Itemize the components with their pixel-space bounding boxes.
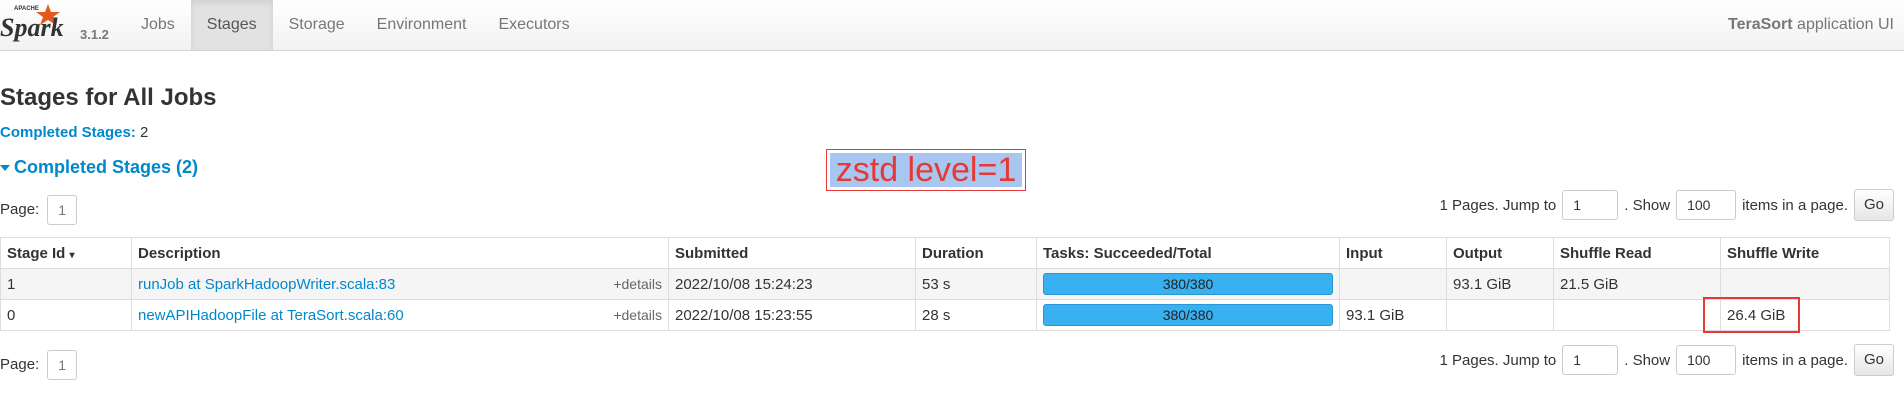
col-duration[interactable]: Duration xyxy=(915,237,1037,269)
col-shuffle-write[interactable]: Shuffle Write xyxy=(1720,237,1890,269)
page-nav-bottom: Page: 1 xyxy=(0,350,78,380)
page-title: Stages for All Jobs xyxy=(0,84,217,111)
shuffle-read-cell: 21.5 GiB xyxy=(1553,268,1721,300)
spark-logo-icon: APACHE Spark xyxy=(0,4,64,42)
pager-bottom: Page: 1 1 Pages. Jump to . Show items in … xyxy=(0,344,1904,380)
tab-storage[interactable]: Storage xyxy=(273,0,361,50)
completed-stages-link[interactable]: Completed Stages: xyxy=(0,124,136,141)
description-cell: newAPIHadoopFile at TeraSort.scala:60 +d… xyxy=(131,299,669,331)
page-controls-bottom: 1 Pages. Jump to . Show items in a page.… xyxy=(1439,344,1894,376)
app-title: TeraSort application UI xyxy=(1728,0,1894,50)
page-size-input[interactable] xyxy=(1676,345,1737,375)
output-cell xyxy=(1446,299,1554,331)
go-button[interactable]: Go xyxy=(1854,344,1894,376)
page-size-input[interactable] xyxy=(1676,190,1737,220)
stage-id-cell: 0 xyxy=(0,299,132,331)
tab-jobs[interactable]: Jobs xyxy=(125,0,191,50)
page-number-button[interactable]: 1 xyxy=(47,195,78,225)
shuffle-write-cell xyxy=(1720,268,1890,300)
app-name: TeraSort xyxy=(1728,16,1793,33)
show-text: . Show xyxy=(1624,351,1671,369)
svg-text:APACHE: APACHE xyxy=(14,6,39,12)
col-stage-id[interactable]: Stage Id ▾ xyxy=(0,237,132,269)
input-cell: 93.1 GiB xyxy=(1339,299,1447,331)
tasks-cell: 380/380 xyxy=(1036,299,1340,331)
stages-table: Stage Id ▾ Description Submitted Duratio… xyxy=(0,237,1890,331)
pages-text: 1 Pages. Jump to xyxy=(1439,196,1557,214)
page-controls-top: 1 Pages. Jump to . Show items in a page.… xyxy=(1439,189,1894,221)
go-button[interactable]: Go xyxy=(1854,189,1894,221)
page-label: Page: xyxy=(0,200,40,218)
col-input[interactable]: Input xyxy=(1339,237,1447,269)
tab-environment[interactable]: Environment xyxy=(361,0,483,50)
description-cell: runJob at SparkHadoopWriter.scala:83 +de… xyxy=(131,268,669,300)
pager-top: Page: 1 1 Pages. Jump to . Show items in … xyxy=(0,189,1904,225)
items-text: items in a page. xyxy=(1742,351,1848,369)
duration-cell: 53 s xyxy=(915,268,1037,300)
page-number-button[interactable]: 1 xyxy=(47,350,78,380)
spark-logo[interactable]: APACHE Spark 3.1.2 xyxy=(0,0,130,50)
shuffle-read-cell xyxy=(1553,299,1721,331)
stage-description-link[interactable]: runJob at SparkHadoopWriter.scala:83 xyxy=(138,276,395,293)
details-toggle[interactable]: +details xyxy=(613,307,662,323)
col-description[interactable]: Description xyxy=(131,237,669,269)
nav-tabs: Jobs Stages Storage Environment Executor… xyxy=(125,0,586,50)
jump-to-page-input[interactable] xyxy=(1562,190,1619,220)
sort-desc-icon: ▾ xyxy=(69,249,75,261)
tab-stages[interactable]: Stages xyxy=(190,0,273,50)
annotation-label: zstd level=1 xyxy=(826,149,1026,191)
tab-executors[interactable]: Executors xyxy=(482,0,585,50)
submitted-cell: 2022/10/08 15:24:23 xyxy=(668,268,916,300)
input-cell xyxy=(1339,268,1447,300)
shuffle-write-highlight xyxy=(1703,297,1800,333)
table-header-row: Stage Id ▾ Description Submitted Duratio… xyxy=(0,237,1890,269)
page-nav-top: Page: 1 xyxy=(0,195,78,225)
show-text: . Show xyxy=(1624,196,1671,214)
app-title-suffix: application UI xyxy=(1792,16,1894,33)
navbar: APACHE Spark 3.1.2 Jobs Stages Storage E… xyxy=(0,0,1904,51)
col-shuffle-read[interactable]: Shuffle Read xyxy=(1553,237,1721,269)
pages-text: 1 Pages. Jump to xyxy=(1439,351,1557,369)
tasks-progress-bar: 380/380 xyxy=(1043,304,1333,326)
jump-to-page-input[interactable] xyxy=(1562,345,1619,375)
annotation-text: zstd level=1 xyxy=(830,153,1022,188)
table-row: 0 newAPIHadoopFile at TeraSort.scala:60 … xyxy=(0,299,1890,331)
output-cell: 93.1 GiB xyxy=(1446,268,1554,300)
stage-summary: Completed Stages: 2 xyxy=(0,124,148,141)
stage-id-cell: 1 xyxy=(0,268,132,300)
completed-stages-count: 2 xyxy=(140,124,149,141)
details-toggle[interactable]: +details xyxy=(613,276,662,292)
col-output[interactable]: Output xyxy=(1446,237,1554,269)
table-row: 1 runJob at SparkHadoopWriter.scala:83 +… xyxy=(0,268,1890,300)
page-label: Page: xyxy=(0,355,40,373)
tasks-cell: 380/380 xyxy=(1036,268,1340,300)
col-tasks[interactable]: Tasks: Succeeded/Total xyxy=(1036,237,1340,269)
items-text: items in a page. xyxy=(1742,196,1848,214)
collapse-arrow-icon xyxy=(0,165,10,172)
svg-text:Spark: Spark xyxy=(0,13,64,42)
tasks-progress-bar: 380/380 xyxy=(1043,273,1333,295)
submitted-cell: 2022/10/08 15:23:55 xyxy=(668,299,916,331)
stage-description-link[interactable]: newAPIHadoopFile at TeraSort.scala:60 xyxy=(138,307,404,324)
completed-stages-toggle[interactable]: Completed Stages (2) xyxy=(0,157,198,178)
duration-cell: 28 s xyxy=(915,299,1037,331)
col-submitted[interactable]: Submitted xyxy=(668,237,916,269)
section-title: Completed Stages (2) xyxy=(14,157,199,177)
spark-version: 3.1.2 xyxy=(80,27,109,42)
